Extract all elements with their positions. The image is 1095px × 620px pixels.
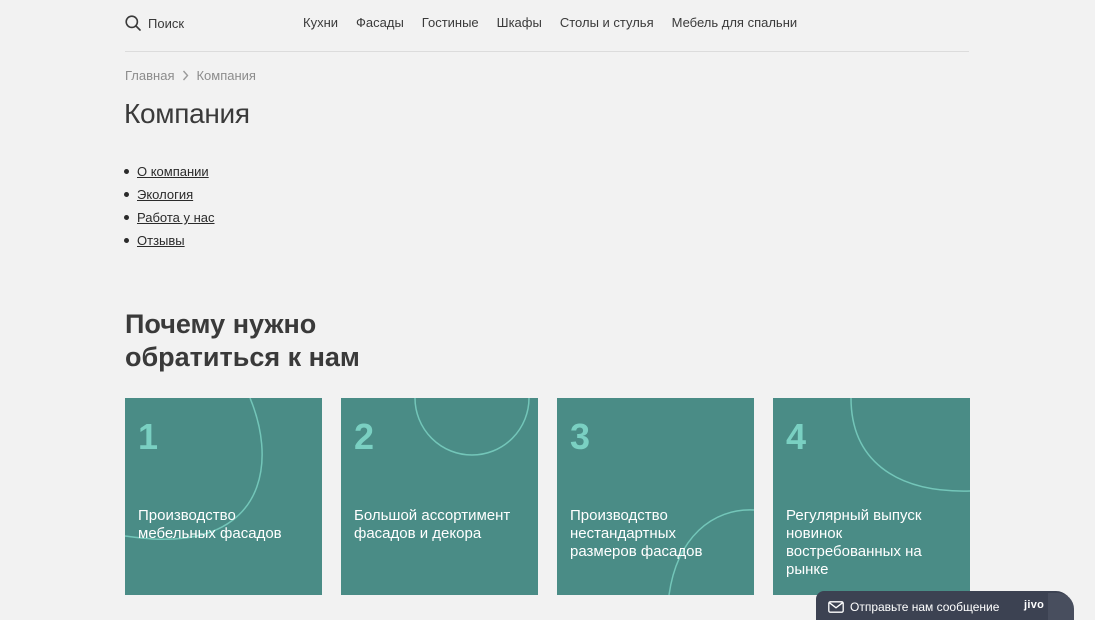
- submenu-link-about[interactable]: О компании: [137, 164, 209, 179]
- breadcrumb: Главная Компания: [125, 68, 256, 83]
- nav-item-bedroom[interactable]: Мебель для спальни: [672, 15, 798, 30]
- submenu-item: Экология: [124, 183, 215, 206]
- nav-item-living-rooms[interactable]: Гостиные: [422, 15, 479, 30]
- chat-widget-button[interactable]: Отправьте нам сообщение jivo: [816, 591, 1074, 620]
- page-title: Компания: [124, 98, 250, 129]
- advantage-card: 1 Производство мебельных фасадов: [125, 398, 322, 595]
- search-icon: [125, 15, 141, 31]
- advantage-card: 4 Регулярный выпуск новинок востребованн…: [773, 398, 970, 595]
- chat-label: Отправьте нам сообщение: [850, 600, 1000, 614]
- chat-widget-corner: [1048, 593, 1074, 620]
- nav-item-kitchens[interactable]: Кухни: [303, 15, 338, 30]
- card-number: 1: [138, 416, 159, 457]
- company-submenu: О компании Экология Работа у нас Отзывы: [124, 160, 215, 252]
- card-number: 4: [786, 416, 807, 457]
- submenu-item: Работа у нас: [124, 206, 215, 229]
- section-title: Почему нужно обратиться к нам: [125, 309, 360, 372]
- submenu-link-ecology[interactable]: Экология: [137, 187, 193, 202]
- advantage-card: 3 Производство нестандартных размеров фа…: [557, 398, 754, 595]
- search-button[interactable]: Поиск: [125, 15, 184, 31]
- nav-item-tables-chairs[interactable]: Столы и стулья: [560, 15, 654, 30]
- breadcrumb-home[interactable]: Главная: [125, 68, 174, 83]
- main-nav: Кухни Фасады Гостиные Шкафы Столы и стул…: [303, 15, 815, 30]
- card-number: 3: [570, 416, 591, 457]
- card-text: Производство мебельных фасадов: [138, 507, 282, 542]
- card-text: Большой ассортимент фасадов и декора: [354, 507, 511, 542]
- chevron-right-icon: [182, 70, 189, 81]
- envelope-icon: [828, 601, 844, 613]
- search-label: Поиск: [148, 15, 185, 31]
- card-number: 2: [354, 416, 375, 457]
- card-text: Производство нестандартных размеров фаса…: [570, 507, 703, 560]
- advantage-card: 2 Большой ассортимент фасадов и декора: [341, 398, 538, 595]
- chat-logo: jivo: [1024, 599, 1045, 611]
- submenu-link-careers[interactable]: Работа у нас: [137, 210, 215, 225]
- submenu-item: О компании: [124, 160, 215, 183]
- submenu-link-reviews[interactable]: Отзывы: [137, 233, 185, 248]
- breadcrumb-current: Компания: [196, 68, 256, 83]
- submenu-item: Отзывы: [124, 229, 215, 252]
- site-header: Поиск Кухни Фасады Гостиные Шкафы Столы …: [125, 0, 969, 52]
- nav-item-facades[interactable]: Фасады: [356, 15, 404, 30]
- nav-item-wardrobes[interactable]: Шкафы: [497, 15, 542, 30]
- card-text: Регулярный выпуск новинок востребованных…: [786, 507, 922, 578]
